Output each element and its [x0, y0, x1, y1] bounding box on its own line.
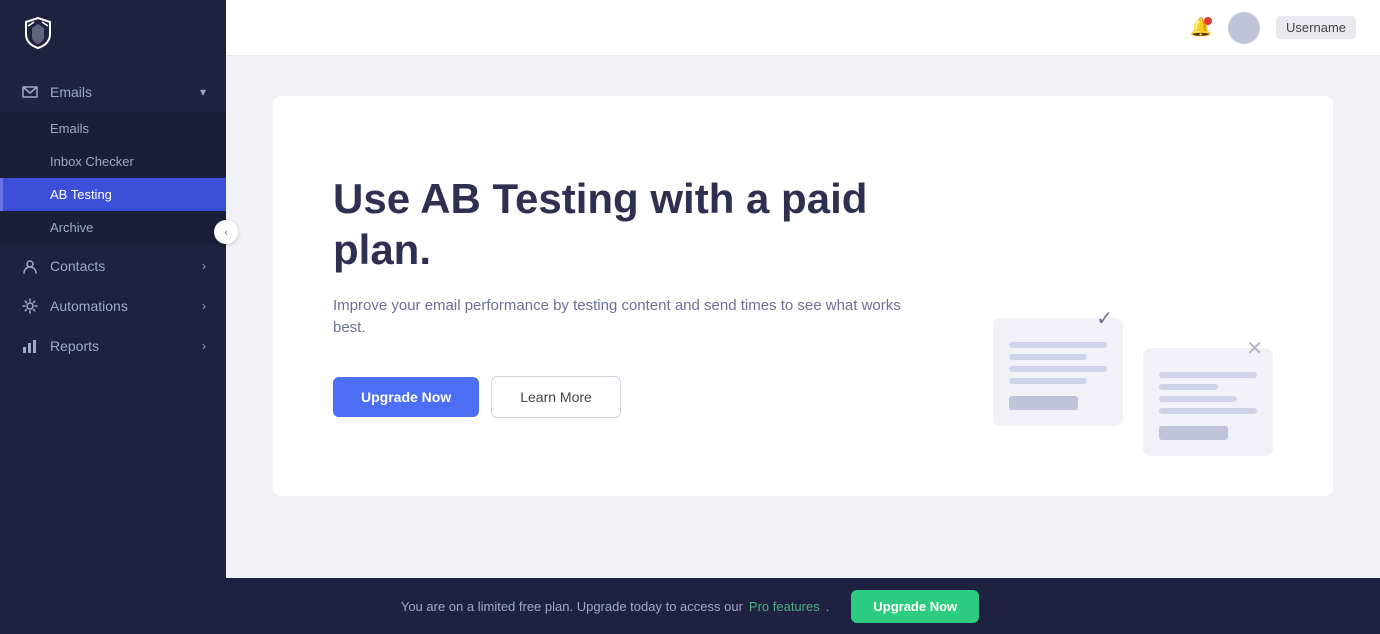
nav-section-emails: Emails ▾ Emails Inbox Checker AB Testing…: [0, 72, 226, 244]
nav-automations-label: Automations: [50, 298, 202, 314]
check-icon: ✓: [1096, 306, 1113, 331]
notification-bell[interactable]: 🔔: [1190, 17, 1212, 38]
app-logo-icon: [20, 14, 56, 50]
ab-card-content: Use AB Testing with a paid plan. Improve…: [333, 174, 913, 418]
nav-item-reports[interactable]: Reports ›: [0, 326, 226, 366]
bottom-bar-text: You are on a limited free plan. Upgrade …: [401, 599, 743, 614]
doc-line: [1159, 396, 1237, 402]
sidebar-item-emails-sub[interactable]: Emails: [0, 112, 226, 145]
automations-chevron-icon: ›: [202, 299, 206, 313]
topbar-actions: 🔔 Username: [1190, 12, 1356, 44]
pro-features-link[interactable]: Pro features: [749, 599, 820, 614]
nav-reports-label: Reports: [50, 338, 202, 354]
doc-card-b: ✕: [1143, 348, 1273, 456]
contacts-icon: [20, 256, 40, 276]
sidebar-item-archive[interactable]: Archive: [0, 211, 226, 244]
main-content: 🔔 Username Use AB Testing with a paid pl…: [226, 0, 1380, 578]
upgrade-now-button[interactable]: Upgrade Now: [333, 377, 479, 417]
bottom-bar: You are on a limited free plan. Upgrade …: [0, 578, 1380, 634]
sidebar-item-ab-testing[interactable]: AB Testing: [0, 178, 226, 211]
notification-dot: [1204, 17, 1212, 25]
avatar: [1228, 12, 1260, 44]
doc-card-a-lines: [1009, 342, 1107, 384]
emails-subnav: Emails Inbox Checker AB Testing Archive: [0, 112, 226, 244]
learn-more-button[interactable]: Learn More: [491, 376, 621, 418]
emails-chevron-icon: ▾: [200, 85, 206, 99]
ab-testing-card: Use AB Testing with a paid plan. Improve…: [273, 96, 1333, 496]
email-icon: [20, 82, 40, 102]
doc-button-a: [1009, 396, 1078, 410]
nav-item-emails[interactable]: Emails ▾: [0, 72, 226, 112]
reports-icon: [20, 336, 40, 356]
nav-item-automations[interactable]: Automations ›: [0, 286, 226, 326]
sidebar-item-inbox-checker[interactable]: Inbox Checker: [0, 145, 226, 178]
doc-line: [1009, 354, 1087, 360]
ab-card-actions: Upgrade Now Learn More: [333, 376, 913, 418]
bottom-upgrade-button[interactable]: Upgrade Now: [851, 590, 979, 623]
ab-illustration: ✓ ✕: [993, 318, 1273, 456]
doc-card-b-lines: [1159, 372, 1257, 414]
ab-card-description: Improve your email performance by testin…: [333, 295, 913, 340]
ab-card-title: Use AB Testing with a paid plan.: [333, 174, 913, 275]
doc-line: [1159, 372, 1257, 378]
doc-line: [1009, 342, 1107, 348]
sidebar-navigation: Emails ▾ Emails Inbox Checker AB Testing…: [0, 64, 226, 578]
nav-emails-label: Emails: [50, 84, 200, 100]
sidebar-logo: [0, 0, 226, 64]
nav-item-contacts[interactable]: Contacts ›: [0, 246, 226, 286]
automations-icon: [20, 296, 40, 316]
user-name: Username: [1276, 16, 1356, 39]
doc-line: [1159, 408, 1257, 414]
page-body: Use AB Testing with a paid plan. Improve…: [226, 56, 1380, 578]
doc-line: [1009, 366, 1107, 372]
reports-chevron-icon: ›: [202, 339, 206, 353]
doc-line: [1159, 384, 1218, 390]
top-bar: 🔔 Username: [226, 0, 1380, 56]
contacts-chevron-icon: ›: [202, 259, 206, 273]
doc-button-b: [1159, 426, 1228, 440]
sidebar: Emails ▾ Emails Inbox Checker AB Testing…: [0, 0, 226, 578]
sidebar-collapse-button[interactable]: ‹: [214, 220, 238, 244]
doc-card-a: ✓: [993, 318, 1123, 426]
doc-line: [1009, 378, 1087, 384]
nav-contacts-label: Contacts: [50, 258, 202, 274]
bottom-bar-period: .: [826, 599, 830, 614]
cross-icon: ✕: [1246, 336, 1263, 361]
